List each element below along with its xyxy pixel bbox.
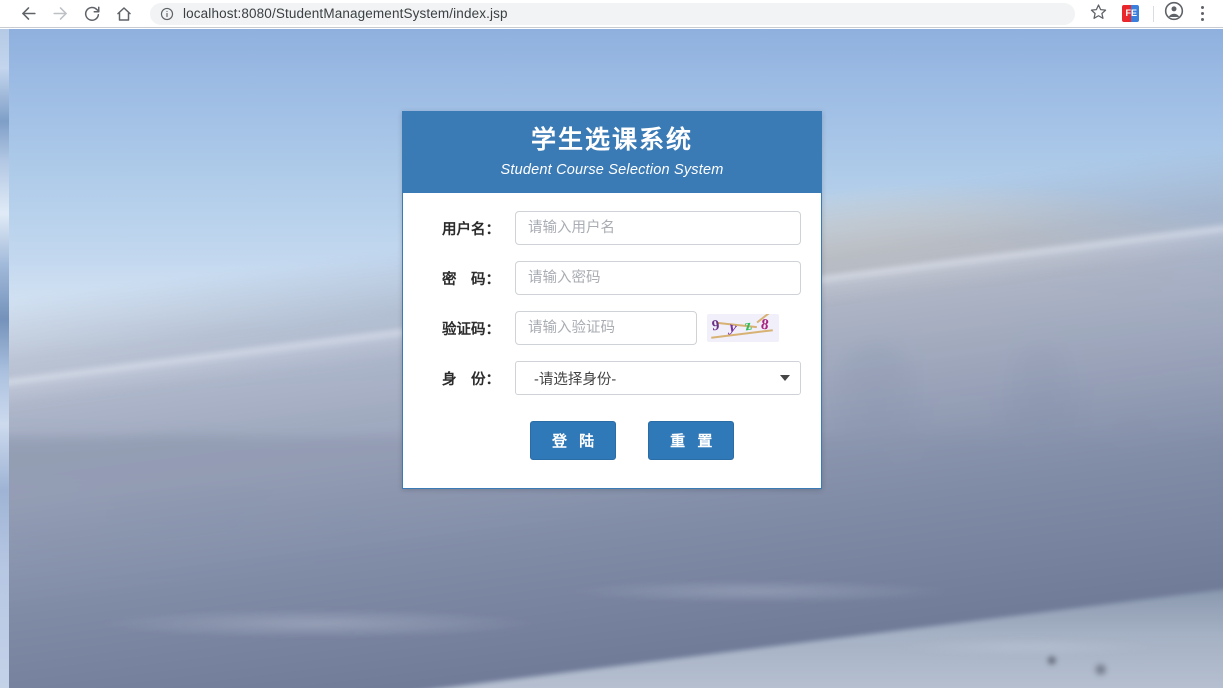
password-label: 密 码：: [442, 271, 500, 288]
browser-toolbar: localhost:8080/StudentManagementSystem/i…: [0, 0, 1223, 28]
back-button[interactable]: [14, 0, 42, 28]
fe-extension-icon[interactable]: F E: [1122, 5, 1139, 22]
address-bar[interactable]: localhost:8080/StudentManagementSystem/i…: [150, 2, 1075, 25]
home-icon: [115, 5, 133, 23]
arrow-right-icon: [51, 4, 70, 23]
reload-icon: [83, 5, 101, 23]
login-button[interactable]: 登 陆: [530, 421, 617, 461]
role-select[interactable]: -请选择身份-: [515, 361, 801, 396]
reset-button[interactable]: 重 置: [648, 421, 735, 461]
info-circle-icon[interactable]: [160, 7, 174, 21]
page-viewport: 学生选课系统 Student Course Selection System 用…: [0, 29, 1223, 688]
star-icon: [1090, 3, 1107, 25]
captcha-image[interactable]: 9 y z 8: [707, 314, 779, 343]
address-bar-url: localhost:8080/StudentManagementSystem/i…: [183, 6, 508, 21]
login-card: 学生选课系统 Student Course Selection System 用…: [402, 111, 822, 490]
page-subtitle: Student Course Selection System: [500, 162, 724, 179]
arrow-left-icon: [19, 4, 38, 23]
fe-extension-right-label: E: [1131, 5, 1139, 22]
toolbar-divider: [1153, 5, 1154, 22]
password-input[interactable]: [515, 261, 801, 296]
account-circle-icon: [1164, 1, 1184, 26]
form-row-role: 身 份： -请选择身份-: [403, 361, 821, 396]
username-label: 用户名：: [442, 221, 500, 238]
captcha-input[interactable]: [515, 311, 697, 346]
captcha-char: 9: [711, 317, 721, 335]
page-left-edge-strip: [0, 29, 9, 688]
form-row-password: 密 码：: [403, 261, 821, 296]
page-title: 学生选课系统: [530, 126, 693, 154]
chevron-down-icon: [780, 375, 790, 382]
login-form: 用户名： 密 码： 验证码： 9 y z 8: [403, 193, 821, 488]
home-button[interactable]: [110, 0, 138, 28]
username-input[interactable]: [515, 211, 801, 246]
role-select-value: -请选择身份-: [534, 371, 617, 388]
profile-button[interactable]: [1159, 0, 1189, 28]
login-card-header: 学生选课系统 Student Course Selection System: [403, 112, 821, 194]
login-button-row: 登 陆 重 置: [403, 421, 821, 461]
form-row-username: 用户名：: [403, 211, 821, 246]
toolbar-right-group: F E: [1083, 0, 1223, 28]
browser-menu-button[interactable]: [1189, 0, 1215, 28]
fe-extension-left-label: F: [1122, 5, 1131, 22]
bookmark-star-button[interactable]: [1083, 0, 1113, 28]
background-ground-texture: [0, 458, 1223, 688]
captcha-label: 验证码：: [442, 321, 500, 338]
forward-button[interactable]: [46, 0, 74, 28]
reload-button[interactable]: [78, 0, 106, 28]
form-row-captcha: 验证码： 9 y z 8: [403, 311, 821, 346]
role-label: 身 份：: [442, 371, 500, 388]
kebab-menu-icon: [1200, 5, 1204, 22]
